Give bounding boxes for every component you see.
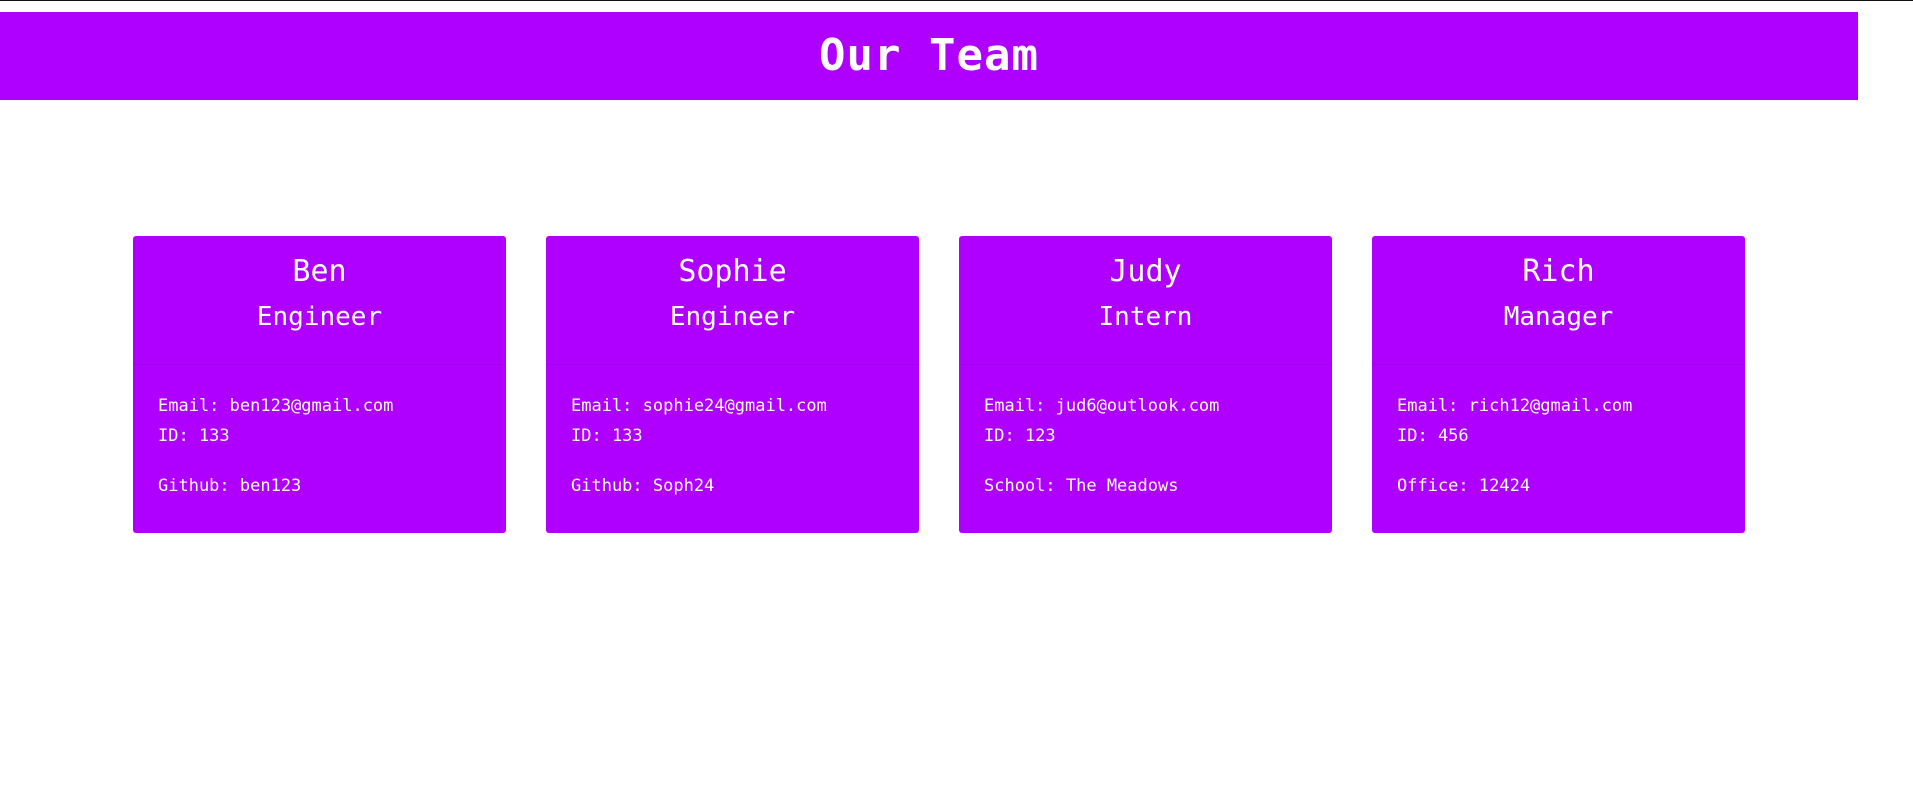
page-title: Our Team [819, 30, 1039, 81]
team-card-ben: Ben Engineer Email: ben123@gmail.com ID:… [133, 236, 506, 533]
top-divider [0, 0, 1913, 12]
team-card-judy: Judy Intern Email: jud6@outlook.com ID: … [959, 236, 1332, 533]
card-header: Judy Intern [959, 236, 1332, 365]
team-cards: Ben Engineer Email: ben123@gmail.com ID:… [133, 236, 1745, 533]
card-body: Email: jud6@outlook.com ID: 123 School: … [959, 365, 1332, 501]
member-id: ID: 133 [158, 426, 230, 446]
card-body: Email: sophie24@gmail.com ID: 133 Github… [546, 365, 919, 501]
member-school: School: The Meadows [984, 476, 1179, 496]
member-github: Github: ben123 [158, 476, 302, 496]
member-id: ID: 456 [1397, 426, 1469, 446]
member-email: Email: sophie24@gmail.com [571, 396, 827, 416]
member-email: Email: jud6@outlook.com [984, 396, 1220, 416]
member-name: Rich [1522, 254, 1595, 289]
header-banner: Our Team [0, 12, 1858, 100]
card-header: Sophie Engineer [546, 236, 919, 365]
card-header: Rich Manager [1372, 236, 1745, 365]
member-name: Ben [292, 254, 347, 289]
member-role: Manager [1503, 302, 1614, 332]
card-header: Ben Engineer [133, 236, 506, 365]
card-body: Email: rich12@gmail.com ID: 456 Office: … [1372, 365, 1745, 501]
member-office: Office: 12424 [1397, 476, 1531, 496]
member-id: ID: 123 [984, 426, 1056, 446]
member-email: Email: rich12@gmail.com [1397, 396, 1633, 416]
member-role: Engineer [669, 302, 796, 332]
member-id: ID: 133 [571, 426, 643, 446]
member-name: Sophie [678, 254, 787, 289]
member-email: Email: ben123@gmail.com [158, 396, 394, 416]
team-card-rich: Rich Manager Email: rich12@gmail.com ID:… [1372, 236, 1745, 533]
card-body: Email: ben123@gmail.com ID: 133 Github: … [133, 365, 506, 501]
member-role: Engineer [256, 302, 383, 332]
member-name: Judy [1109, 254, 1182, 289]
team-card-sophie: Sophie Engineer Email: sophie24@gmail.co… [546, 236, 919, 533]
member-role: Intern [1098, 302, 1193, 332]
member-github: Github: Soph24 [571, 476, 715, 496]
